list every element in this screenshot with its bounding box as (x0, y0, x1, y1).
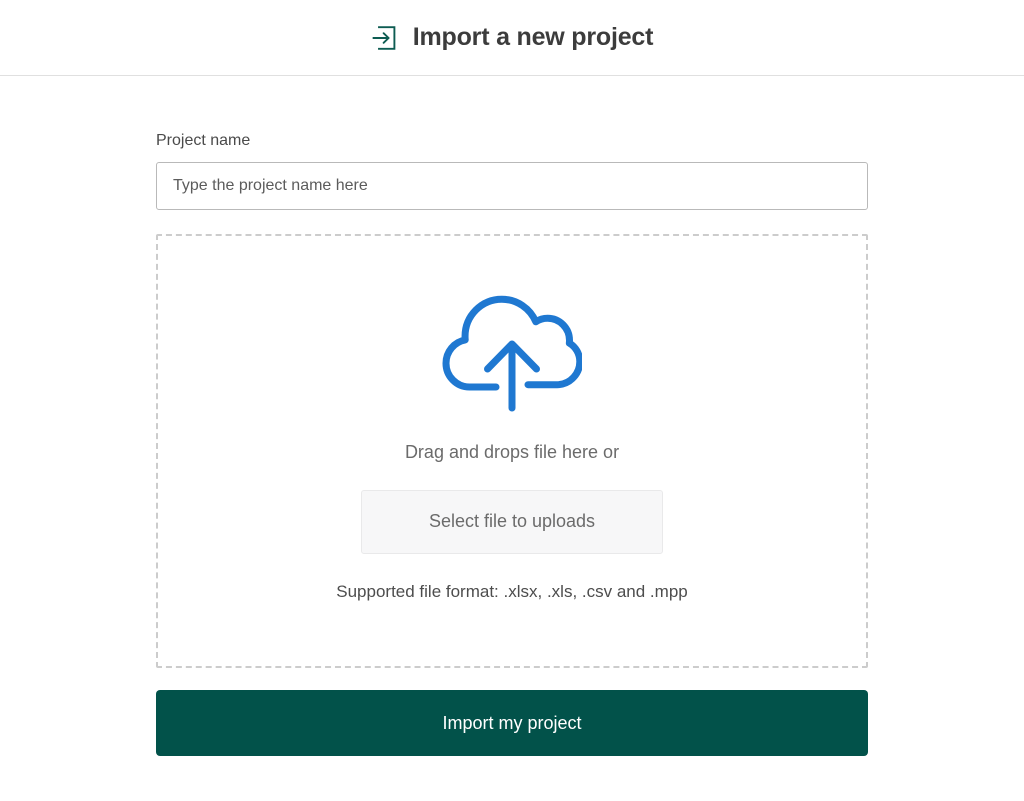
cloud-upload-icon (442, 290, 582, 412)
project-name-label: Project name (156, 131, 868, 150)
import-arrow-icon (371, 25, 397, 51)
file-dropzone[interactable]: Drag and drops file here or Select file … (156, 234, 868, 668)
project-name-input[interactable] (156, 162, 868, 210)
select-file-button[interactable]: Select file to uploads (361, 490, 663, 554)
drag-and-drop-text: Drag and drops file here or (405, 442, 619, 464)
page-header: Import a new project (0, 0, 1024, 76)
import-my-project-button[interactable]: Import my project (156, 690, 868, 756)
page-title: Import a new project (413, 25, 653, 50)
supported-formats-text: Supported file format: .xlsx, .xls, .csv… (336, 582, 687, 602)
import-project-form: Project name Drag and drops file here or… (156, 76, 868, 756)
header-title-group: Import a new project (371, 25, 653, 51)
